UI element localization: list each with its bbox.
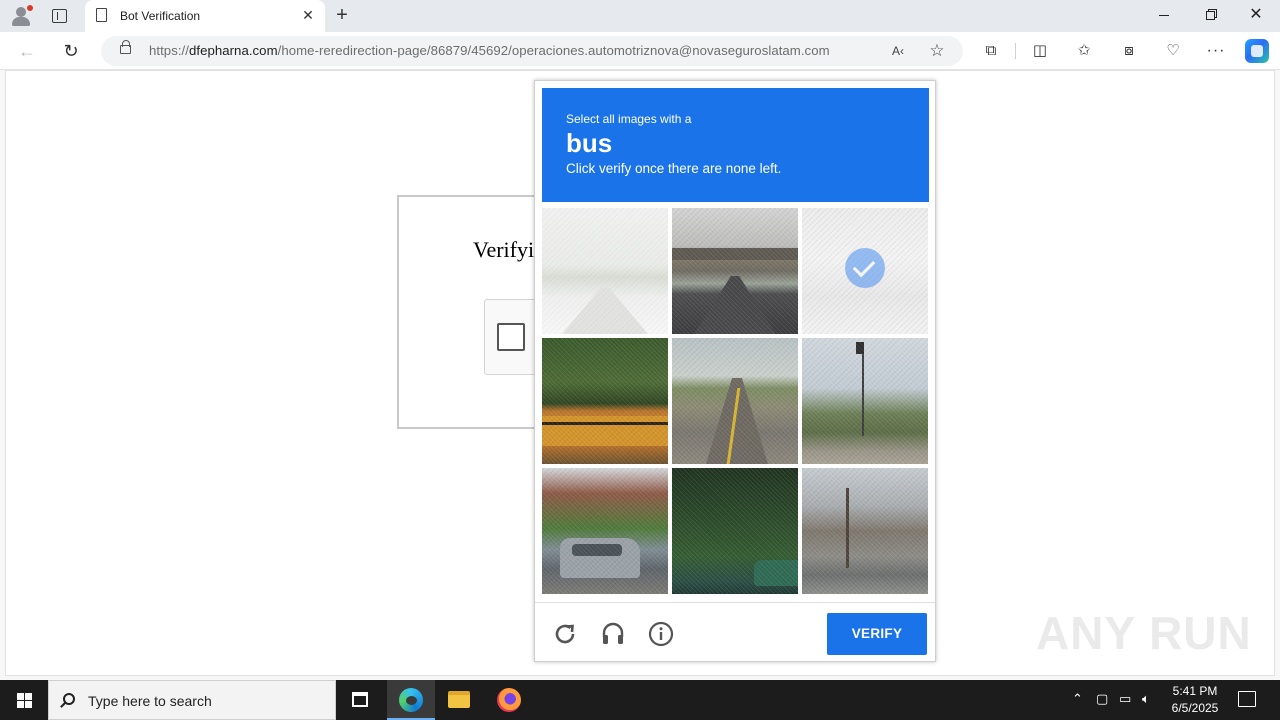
image-tile-9[interactable] <box>802 468 928 594</box>
file-explorer-icon[interactable] <box>435 680 483 720</box>
lock-icon[interactable] <box>120 40 131 54</box>
taskbar-search[interactable]: Type here to search <box>48 680 336 720</box>
audio-challenge-icon[interactable] <box>600 621 626 647</box>
show-hidden-icons-chevron-icon[interactable]: ⌃ <box>1072 691 1083 707</box>
volume-icon[interactable]: 🔈︎ <box>1142 691 1150 707</box>
read-aloud-icon[interactable]: A‹ <box>889 42 907 60</box>
favorite-star-icon[interactable]: ☆ <box>928 42 946 60</box>
network-icon[interactable]: ▭ <box>1119 691 1131 707</box>
selected-check-icon <box>845 248 885 288</box>
tab-actions-icon[interactable] <box>52 9 67 23</box>
meet-now-icon[interactable]: ▢ <box>1096 691 1108 707</box>
clock-date: 6/5/2025 <box>1171 701 1219 715</box>
browser-toolbar: ← ↻ https://dfepharna.com/home-reredirec… <box>0 32 1280 70</box>
new-tab-button[interactable]: + <box>331 5 353 27</box>
collections-icon[interactable]: ⧇ <box>1119 41 1139 61</box>
page-icon <box>96 8 107 22</box>
taskbar-clock[interactable]: 5:41 PM 6/5/2025 <box>1164 683 1226 717</box>
firefox-icon[interactable] <box>484 680 532 720</box>
toolbar-divider <box>1015 43 1016 59</box>
windows-logo-icon <box>17 693 24 700</box>
info-icon[interactable] <box>648 621 674 647</box>
search-icon <box>63 693 75 705</box>
extensions-icon[interactable]: ⧉ <box>981 41 1001 61</box>
image-tile-1[interactable] <box>542 208 668 334</box>
notifications-icon[interactable] <box>1238 691 1256 707</box>
profile-icon[interactable] <box>9 5 33 27</box>
image-tile-4[interactable] <box>542 338 668 464</box>
tab-bar: Bot Verification ✕ + ✕ <box>0 0 1280 32</box>
reload-icon[interactable]: ↻ <box>60 40 82 62</box>
image-tile-5[interactable] <box>672 338 798 464</box>
more-options-icon[interactable]: ··· <box>1206 41 1226 61</box>
verification-title: Verifyi <box>473 237 535 262</box>
challenge-header: Select all images with a bus Click verif… <box>542 88 929 202</box>
image-grid <box>542 208 929 595</box>
image-tile-8[interactable] <box>672 468 798 594</box>
anyrun-watermark: ANY RUN <box>1036 607 1252 659</box>
tab-title: Bot Verification <box>120 9 201 23</box>
image-tile-3[interactable] <box>802 208 928 334</box>
verify-button[interactable]: VERIFY <box>827 613 927 655</box>
clock-time: 5:41 PM <box>1172 684 1218 698</box>
url-host: dfepharna.com <box>188 43 278 58</box>
favorites-icon[interactable]: ✩ <box>1074 41 1094 61</box>
image-tile-2[interactable] <box>672 208 798 334</box>
tab-close-icon[interactable]: ✕ <box>299 6 317 24</box>
url-scheme: https:// <box>149 43 189 58</box>
split-screen-icon[interactable]: ◫ <box>1030 41 1050 61</box>
challenge-footer: VERIFY <box>535 602 935 662</box>
edge-taskbar-icon[interactable] <box>387 680 435 720</box>
start-button[interactable] <box>0 680 48 720</box>
browser-essentials-icon[interactable]: ♡ <box>1163 41 1183 61</box>
task-view-icon[interactable] <box>336 680 384 720</box>
challenge-instruction: Select all images with a <box>566 112 692 126</box>
challenge-subinstruction: Click verify once there are none left. <box>566 161 782 176</box>
challenge-target-object: bus <box>566 128 613 158</box>
url-path: /home-reredirection-page/86879/45692/ope… <box>277 43 830 58</box>
captcha-challenge: Select all images with a bus Click verif… <box>534 80 936 662</box>
tab-bot-verification[interactable]: Bot Verification ✕ <box>85 0 325 32</box>
copilot-icon[interactable] <box>1245 39 1269 63</box>
restore-button[interactable] <box>1187 0 1233 32</box>
recaptcha-checkbox[interactable] <box>497 323 525 351</box>
address-bar[interactable]: https://dfepharna.com/home-reredirection… <box>101 36 963 66</box>
url-text[interactable]: https://dfepharna.com/home-reredirection… <box>149 43 830 58</box>
minimize-button[interactable] <box>1141 0 1187 32</box>
windows-taskbar: Type here to search ⌃ ▢ ▭ 🔈︎ 5:41 PM 6/5… <box>0 680 1280 720</box>
image-tile-6[interactable] <box>802 338 928 464</box>
close-window-button[interactable]: ✕ <box>1233 0 1279 32</box>
refresh-challenge-icon[interactable] <box>552 621 578 647</box>
image-tile-7[interactable] <box>542 468 668 594</box>
search-placeholder: Type here to search <box>88 693 212 709</box>
back-arrow-icon[interactable]: ← <box>16 40 38 62</box>
